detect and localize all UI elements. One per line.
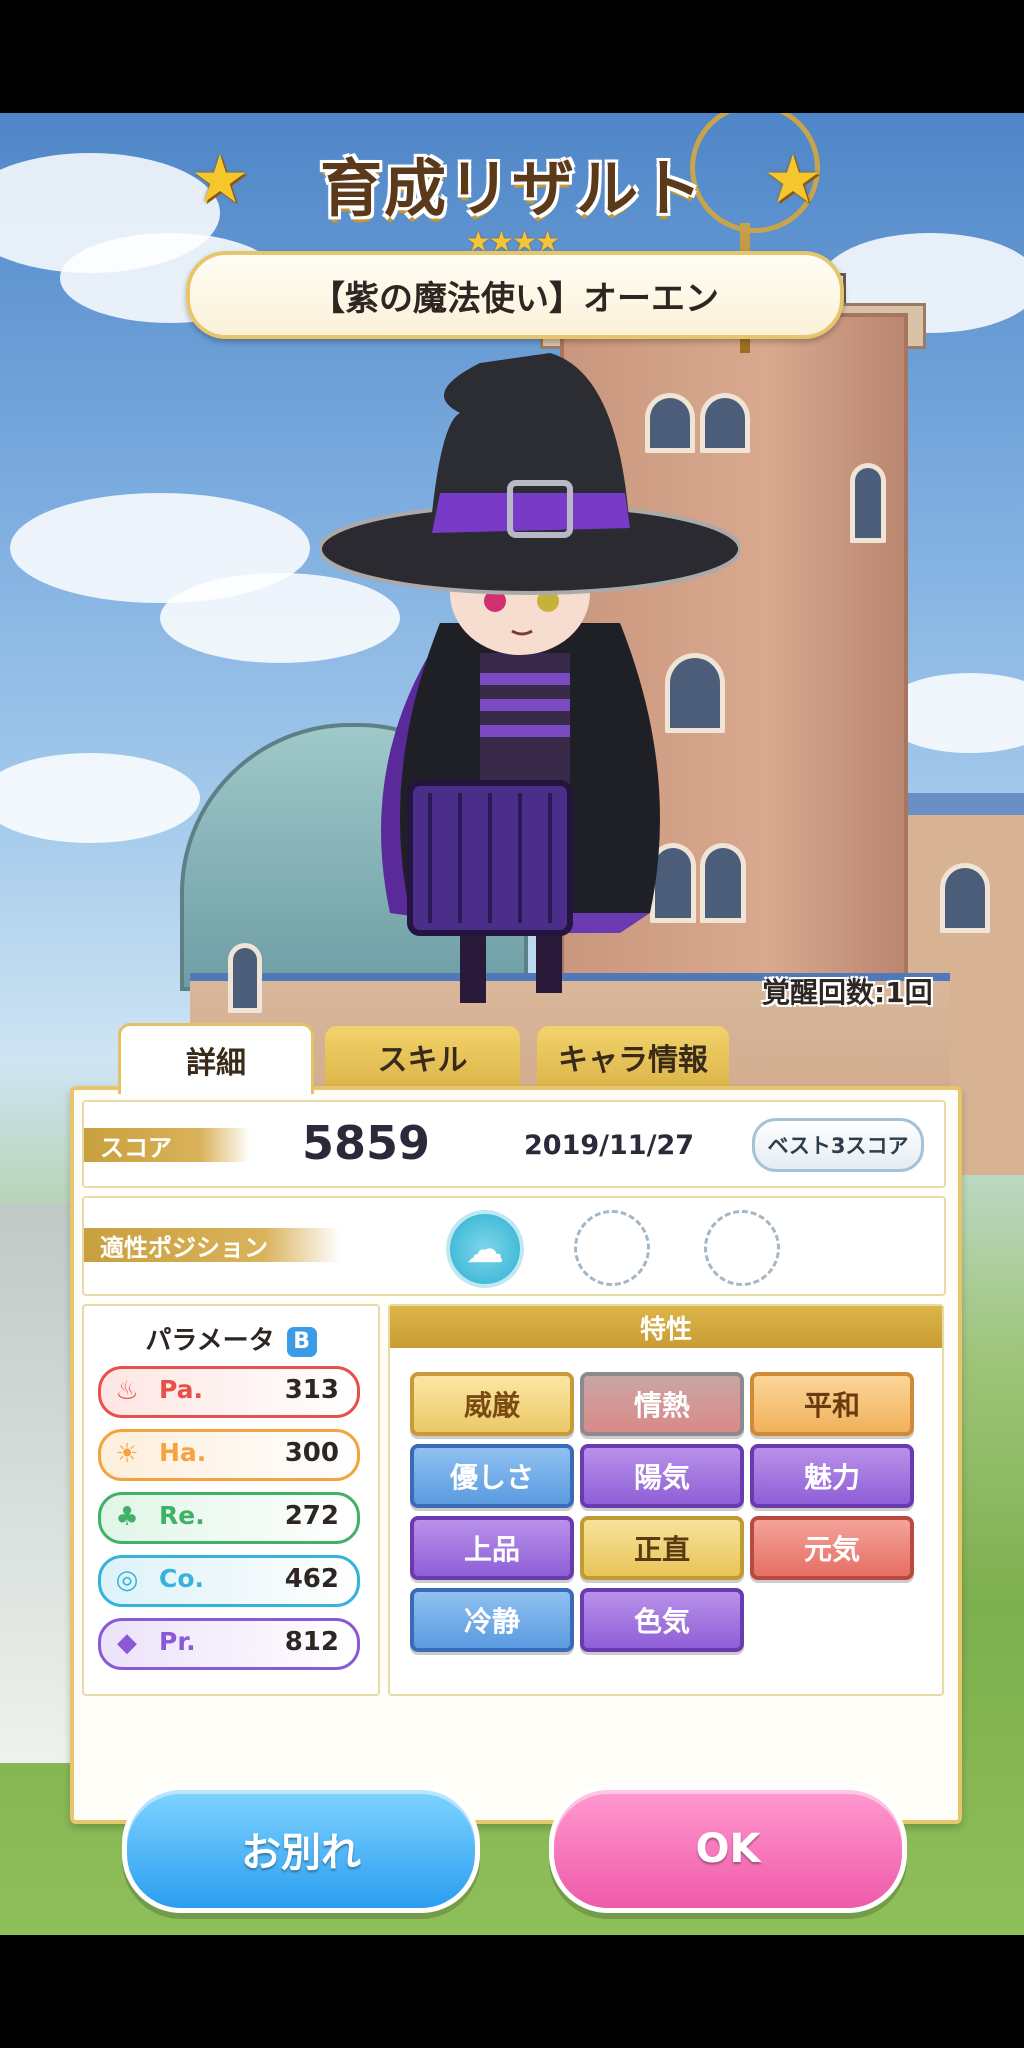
window bbox=[940, 863, 990, 933]
window bbox=[850, 463, 886, 543]
details-panel: スコア 5859 2019/11/27 ベスト3スコア 適性ポジション ☁ パラ… bbox=[70, 1086, 962, 1824]
trait-badge[interactable]: 上品 bbox=[410, 1516, 574, 1580]
hat-band bbox=[432, 493, 630, 533]
stat-name: Pr. bbox=[159, 1627, 196, 1656]
awakening-count: 覚醒回数:1回 bbox=[762, 976, 933, 1009]
trait-badge[interactable]: 色気 bbox=[580, 1588, 744, 1652]
traits-title: 特性 bbox=[390, 1306, 942, 1348]
stat-happy: ☀ Ha. 300 bbox=[98, 1429, 360, 1481]
parameters-label: パラメータ bbox=[145, 1326, 275, 1356]
cloud-position-icon: ☁ bbox=[466, 1227, 504, 1271]
parameters-title: パラメータ B bbox=[84, 1320, 378, 1357]
flame-icon: ♨ bbox=[115, 1376, 139, 1406]
trait-badge[interactable]: 情熱 bbox=[580, 1372, 744, 1436]
character-name: 【紫の魔法使い】オーエン bbox=[311, 278, 719, 319]
stat-value: 313 bbox=[284, 1375, 339, 1405]
parameter-rank-badge: B bbox=[286, 1326, 317, 1357]
farewell-button[interactable]: お別れ bbox=[122, 1785, 480, 1913]
character-name-banner: 【紫の魔法使い】オーエン bbox=[186, 251, 844, 339]
stat-value: 300 bbox=[284, 1438, 339, 1468]
best3-score-button[interactable]: ベスト3スコア bbox=[752, 1118, 924, 1172]
clover-icon: ♣ bbox=[115, 1502, 139, 1532]
position-slot-empty bbox=[704, 1210, 780, 1286]
stat-cool: ◎ Co. 462 bbox=[98, 1555, 360, 1607]
trait-badge[interactable]: 陽気 bbox=[580, 1444, 744, 1508]
position-slot-filled: ☁ bbox=[446, 1210, 524, 1288]
trait-badge[interactable]: 冷静 bbox=[410, 1588, 574, 1652]
stat-name: Pa. bbox=[159, 1375, 204, 1404]
result-screen: ★ ★ 育成リザルト ★★★★ 【紫の魔法使い】オーエン 覚醒回数:1回 詳細 … bbox=[0, 113, 1024, 1935]
page-title: 育成リザルト bbox=[319, 152, 704, 225]
stripe bbox=[480, 699, 570, 711]
stat-value: 462 bbox=[284, 1564, 339, 1594]
position-row: 適性ポジション ☁ bbox=[82, 1196, 946, 1296]
stat-value: 812 bbox=[284, 1627, 339, 1657]
score-value: 5859 bbox=[302, 1116, 431, 1170]
score-date: 2019/11/27 bbox=[524, 1130, 695, 1161]
position-label: 適性ポジション bbox=[84, 1228, 340, 1262]
trait-badge[interactable]: 平和 bbox=[750, 1372, 914, 1436]
stat-pride: ◆ Pr. 812 bbox=[98, 1618, 360, 1670]
trait-badge[interactable]: 威厳 bbox=[410, 1372, 574, 1436]
stat-name: Ha. bbox=[159, 1438, 207, 1467]
trait-badge[interactable]: 優しさ bbox=[410, 1444, 574, 1508]
trait-badge[interactable]: 元気 bbox=[750, 1516, 914, 1580]
stat-name: Re. bbox=[159, 1501, 205, 1530]
trait-badge[interactable]: 正直 bbox=[580, 1516, 744, 1580]
character-sprite bbox=[320, 353, 740, 1003]
parameters-box: パラメータ B ♨ Pa. 313 ☀ Ha. 300 ♣ Re. 272 ◎ C… bbox=[82, 1304, 380, 1696]
cloud bbox=[0, 753, 200, 843]
stat-relax: ♣ Re. 272 bbox=[98, 1492, 360, 1544]
trait-badge[interactable]: 魅力 bbox=[750, 1444, 914, 1508]
stripe bbox=[480, 725, 570, 737]
stat-passion: ♨ Pa. 313 bbox=[98, 1366, 360, 1418]
tab-skills[interactable]: スキル bbox=[325, 1026, 520, 1088]
tab-character-info[interactable]: キャラ情報 bbox=[537, 1026, 729, 1088]
window bbox=[228, 943, 262, 1013]
stat-value: 272 bbox=[284, 1501, 339, 1531]
stripe bbox=[480, 673, 570, 685]
position-slot-empty bbox=[574, 1210, 650, 1286]
gem-icon: ◆ bbox=[117, 1628, 137, 1658]
score-label: スコア bbox=[84, 1128, 250, 1162]
swirl-icon: ◎ bbox=[115, 1565, 139, 1595]
ok-button[interactable]: OK bbox=[549, 1785, 907, 1913]
stat-name: Co. bbox=[159, 1564, 205, 1593]
traits-box: 特性 威厳 情熱 平和 優しさ 陽気 魅力 上品 正直 元気 冷静 色気 bbox=[388, 1304, 944, 1696]
sun-icon: ☀ bbox=[115, 1439, 139, 1469]
tab-details[interactable]: 詳細 bbox=[118, 1023, 314, 1094]
score-row: スコア 5859 2019/11/27 ベスト3スコア bbox=[82, 1100, 946, 1188]
